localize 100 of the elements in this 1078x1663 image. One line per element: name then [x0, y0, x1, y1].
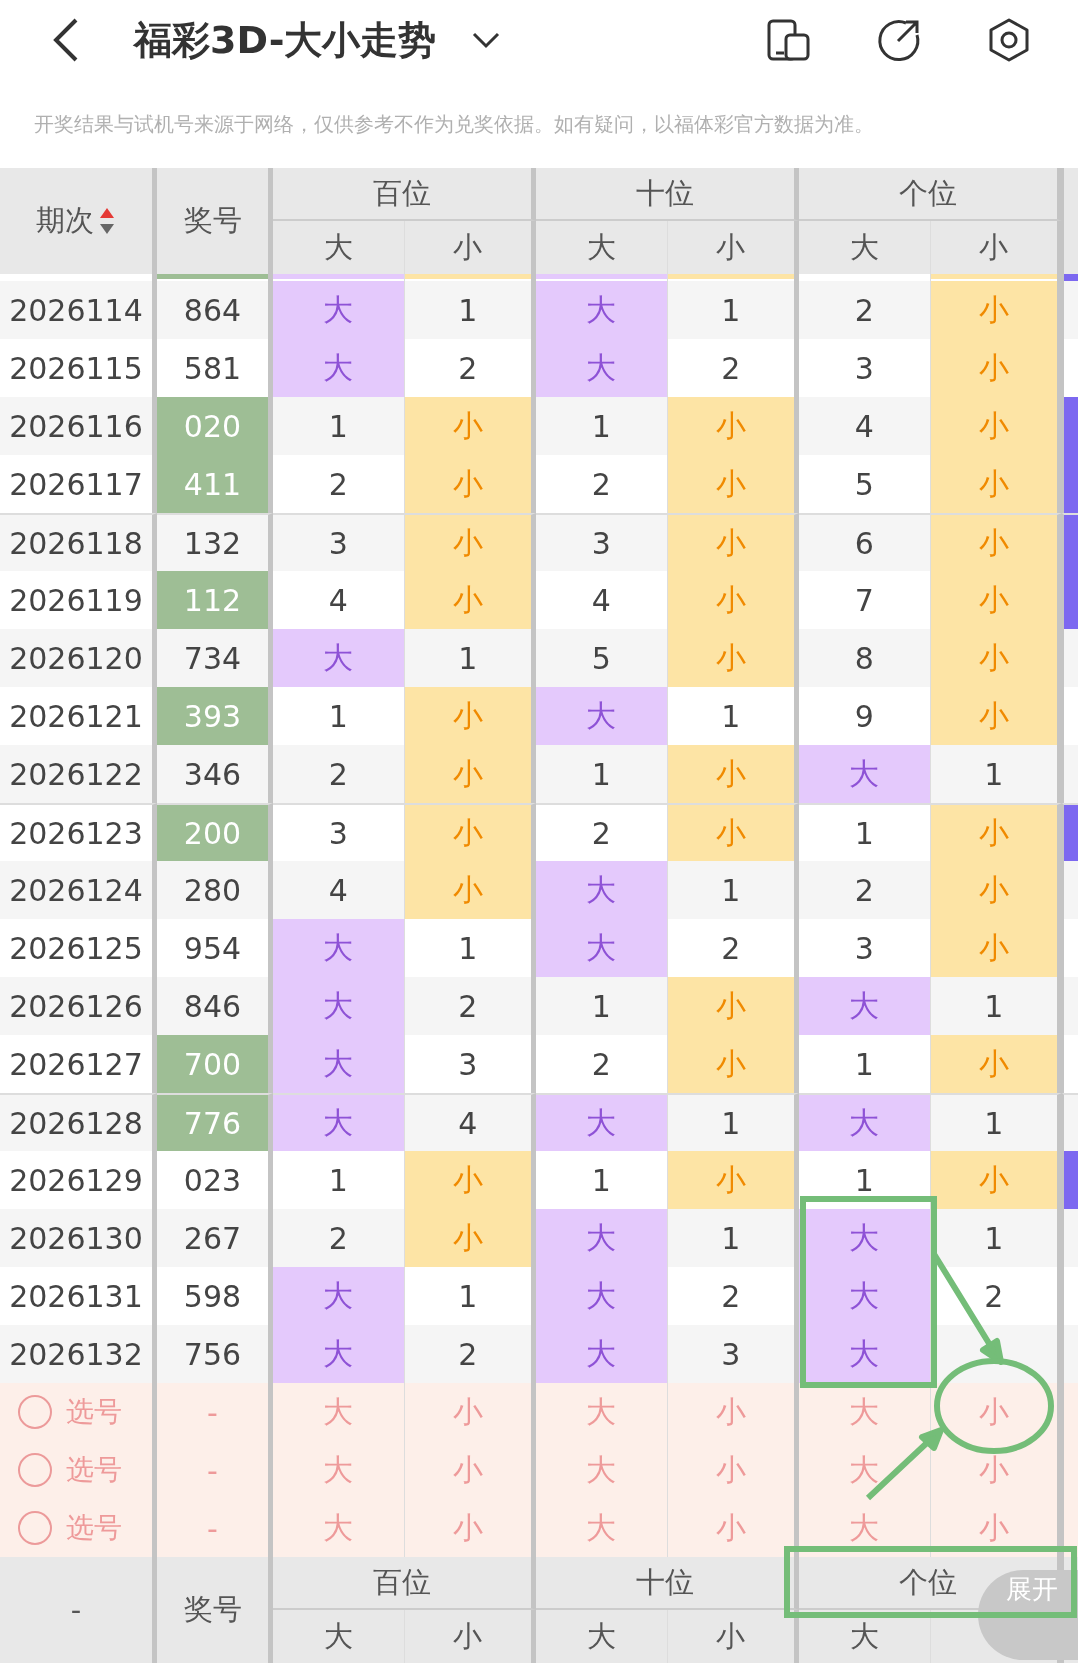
page-title: 福彩3D-大小走势 — [134, 16, 437, 64]
table-cell: 2026124 — [0, 861, 157, 919]
table-cell: 小 — [404, 1151, 536, 1209]
radio-button[interactable] — [18, 1395, 52, 1429]
table-cell: 大 — [536, 919, 668, 977]
table-cell: 2026114 — [0, 281, 157, 339]
table-cell: 大 — [536, 861, 668, 919]
pick-option[interactable]: 大 — [586, 1391, 617, 1433]
table-cell: 大 — [273, 1267, 405, 1325]
table-cell: 2026122 — [0, 745, 157, 803]
table-cell: 1 — [404, 281, 536, 339]
table-cell: 393 — [157, 687, 273, 745]
pick-option[interactable]: 大 — [586, 1507, 617, 1549]
pick-option[interactable]: 小 — [452, 1449, 483, 1491]
table-cell: 280 — [157, 861, 273, 919]
pick-option[interactable]: 大 — [323, 1507, 354, 1549]
table-cell: 小 — [404, 803, 536, 861]
table-cell: 1 — [667, 861, 799, 919]
table-cell: 大 — [273, 919, 405, 977]
pick-option[interactable]: 小 — [715, 1449, 746, 1491]
pick-option[interactable]: 大 — [849, 1391, 880, 1433]
table-cell: 大 — [536, 1267, 668, 1325]
pick-option[interactable]: 大 — [323, 1449, 354, 1491]
table-cell: 1 — [930, 977, 1062, 1035]
table-cell: 大 — [536, 339, 668, 397]
table-cell: 小 — [930, 339, 1062, 397]
table-cell: 4 — [799, 397, 931, 455]
share-icon[interactable] — [876, 17, 922, 63]
table-cell: 大 — [273, 339, 405, 397]
table-cell: 小 — [930, 803, 1062, 861]
table-cell: 2026118 — [0, 513, 157, 571]
table-cell: 大 — [273, 629, 405, 687]
table-cell: 200 — [157, 803, 273, 861]
table-cell: 大 — [273, 1035, 405, 1093]
table-cell: 小 — [930, 629, 1062, 687]
column-header[interactable]: 期次 — [36, 201, 94, 241]
table-cell: 小 — [930, 1035, 1062, 1093]
table-cell: 1 — [667, 1209, 799, 1267]
pick-option[interactable]: 小 — [978, 1391, 1009, 1433]
pick-option[interactable]: 小 — [452, 1507, 483, 1549]
pick-option[interactable]: 小 — [978, 1449, 1009, 1491]
table-cell: 846 — [157, 977, 273, 1035]
table-cell: 小 — [404, 687, 536, 745]
pick-option[interactable]: 大 — [323, 1391, 354, 1433]
table-cell: 864 — [157, 281, 273, 339]
table-cell: 小 — [667, 455, 799, 513]
pick-option[interactable]: 大 — [586, 1449, 617, 1491]
pick-label[interactable]: 选号 — [66, 1393, 122, 1431]
radio-button[interactable] — [18, 1511, 52, 1545]
pick-option[interactable]: 小 — [715, 1507, 746, 1549]
table-cell: 小 — [930, 687, 1062, 745]
column-header: 十位 — [536, 1557, 799, 1610]
pick-option[interactable]: 大 — [849, 1449, 880, 1491]
table-cell: 2 — [536, 803, 668, 861]
table-cell: 3 — [273, 803, 405, 861]
table-cell: 2026126 — [0, 977, 157, 1035]
radio-button[interactable] — [18, 1453, 52, 1487]
pick-label[interactable]: 选号 — [66, 1451, 122, 1489]
table-cell: 2 — [799, 861, 931, 919]
table-cell: 4 — [273, 861, 405, 919]
pick-option[interactable]: 大 — [849, 1507, 880, 1549]
pick-option[interactable]: 小 — [452, 1391, 483, 1433]
table-cell: 小 — [404, 745, 536, 803]
table-cell: 2 — [799, 281, 931, 339]
table-cell: 大 — [536, 687, 668, 745]
table-cell: 小 — [930, 919, 1062, 977]
table-cell: 大 — [273, 281, 405, 339]
table-cell: 2026116 — [0, 397, 157, 455]
table-cell: 1 — [667, 281, 799, 339]
table-cell: 小 — [930, 455, 1062, 513]
table-cell: 小 — [404, 571, 536, 629]
table-cell: 大 — [273, 1325, 405, 1383]
table-cell: 小 — [404, 455, 536, 513]
table-cell: 2 — [404, 977, 536, 1035]
dropdown-icon[interactable] — [472, 31, 501, 49]
column-header: 个位 — [799, 168, 1062, 221]
table-cell: 1 — [536, 397, 668, 455]
table-cell: 大 — [536, 1093, 668, 1151]
table-cell: 大 — [799, 745, 931, 803]
device-icon[interactable] — [766, 17, 812, 63]
table-cell: 小 — [404, 1209, 536, 1267]
table-cell: 346 — [157, 745, 273, 803]
table-cell: 1 — [799, 803, 931, 861]
table-cell: 112 — [157, 571, 273, 629]
sort-icon[interactable] — [98, 206, 116, 236]
table-cell: 大 — [536, 1325, 668, 1383]
table-cell: 1 — [536, 977, 668, 1035]
pick-option[interactable]: 小 — [978, 1507, 1009, 1549]
table-cell: 756 — [157, 1325, 273, 1383]
table-cell: 大 — [799, 1325, 931, 1383]
pick-label[interactable]: 选号 — [66, 1509, 122, 1547]
table-cell: 小 — [667, 397, 799, 455]
table-cell: 1 — [404, 629, 536, 687]
table-cell: 小 — [930, 1151, 1062, 1209]
table-cell: 2026128 — [0, 1093, 157, 1151]
table-cell: 大 — [799, 1209, 931, 1267]
table-cell: 大 — [799, 1267, 931, 1325]
table-cell: 267 — [157, 1209, 273, 1267]
pick-option[interactable]: 小 — [715, 1391, 746, 1433]
table-cell: 小 — [404, 513, 536, 571]
